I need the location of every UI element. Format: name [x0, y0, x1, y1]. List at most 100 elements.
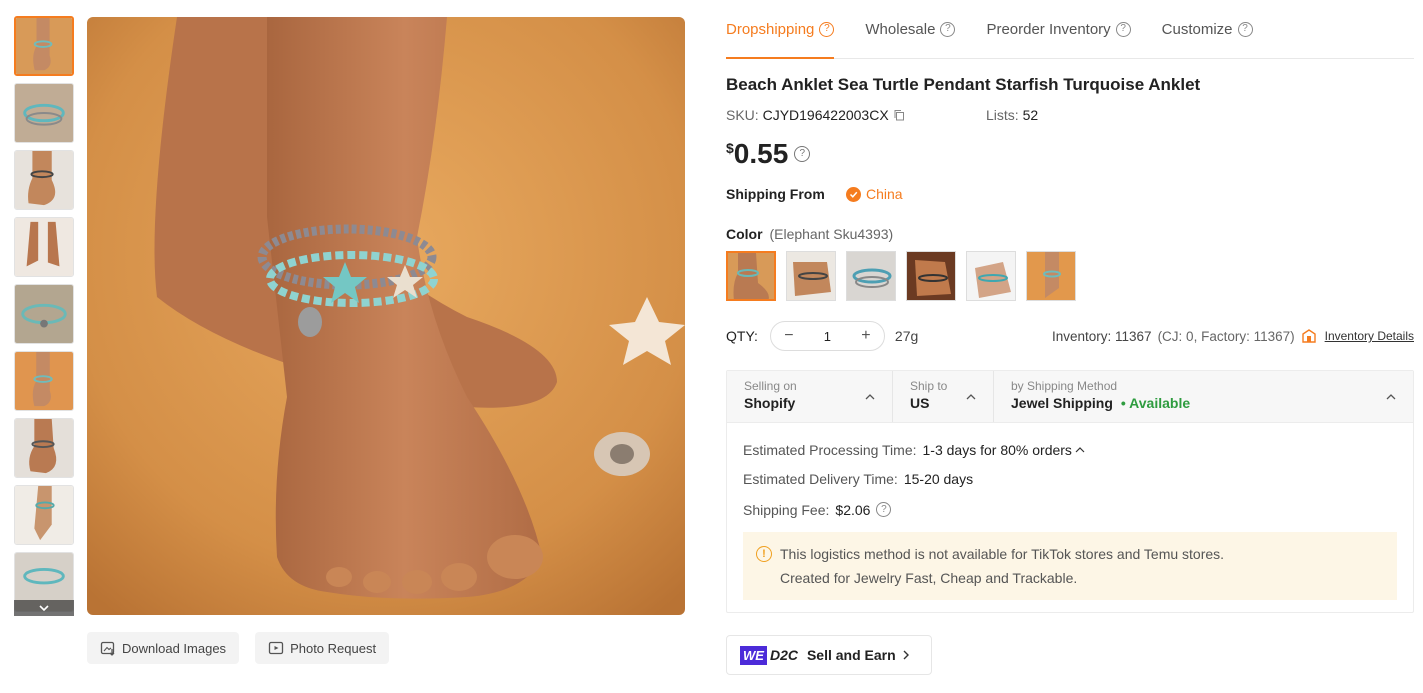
color-swatch-1[interactable]: [726, 251, 776, 301]
tab-label: Preorder Inventory: [986, 20, 1111, 38]
lists-value: 52: [1022, 107, 1039, 123]
color-selector: Color (Elephant Sku4393): [726, 226, 1414, 301]
price-help-icon[interactable]: ?: [794, 146, 811, 162]
shipping-fee-help-icon[interactable]: ?: [876, 502, 892, 517]
photo-request-icon: [268, 641, 284, 655]
shipping-box: Selling on Shopify Ship to US by Shippin…: [726, 370, 1414, 613]
sku-value: CJYD196422003CX: [762, 107, 889, 123]
inventory-breakdown: (CJ: 0, Factory: 11367): [1157, 328, 1295, 344]
availability-status: • Available: [1120, 395, 1191, 411]
photo-request-label: Photo Request: [290, 640, 377, 656]
shipping-fee-row: Shipping Fee: $2.06 ?: [743, 495, 1397, 524]
warning-icon: !: [756, 546, 772, 562]
copy-icon[interactable]: [893, 109, 905, 121]
help-icon[interactable]: ?: [940, 21, 956, 37]
weight: 27g: [894, 328, 919, 344]
thumbnail-1[interactable]: [14, 16, 74, 76]
shipping-from: Shipping From China: [726, 186, 1414, 202]
download-image-icon: [100, 641, 115, 656]
tab-customize[interactable]: Customize ?: [1162, 0, 1253, 58]
thumbnail-7[interactable]: [14, 418, 74, 478]
main-product-image[interactable]: [87, 17, 685, 615]
shipping-method-dropdown[interactable]: by Shipping Method Jewel Shipping • Avail…: [994, 371, 1413, 422]
shipping-fee-value: $2.06: [835, 501, 871, 518]
selling-on-dropdown[interactable]: Selling on Shopify: [727, 371, 893, 422]
shipping-from-label: Shipping From: [726, 186, 825, 202]
photo-request-button[interactable]: Photo Request: [255, 632, 390, 664]
thumbnail-3[interactable]: [14, 150, 74, 210]
d2c-logo: D2C: [769, 647, 798, 663]
tab-wholesale[interactable]: Wholesale ?: [865, 0, 956, 58]
chevron-up-icon: [966, 394, 976, 400]
chevron-right-icon: [903, 650, 909, 660]
inventory-info: Inventory: 11367 (CJ: 0, Factory: 11367)…: [1052, 328, 1414, 344]
ship-to-dropdown[interactable]: Ship to US: [893, 371, 994, 422]
sell-and-earn-button[interactable]: WE D2C Sell and Earn: [726, 635, 932, 675]
factory-icon: [1301, 329, 1316, 343]
help-icon[interactable]: ?: [819, 21, 835, 37]
tab-label: Wholesale: [865, 20, 936, 38]
tab-label: Customize: [1161, 20, 1233, 38]
product-panel: Dropshipping ? Wholesale ? Preorder Inve…: [726, 0, 1414, 675]
inventory-details-link[interactable]: Inventory Details: [1325, 329, 1414, 343]
thumbnail-scroll-down[interactable]: [14, 600, 74, 616]
color-swatch-5[interactable]: [966, 251, 1016, 301]
tab-preorder-inventory[interactable]: Preorder Inventory ?: [986, 0, 1131, 58]
purchase-mode-tabs: Dropshipping ? Wholesale ? Preorder Inve…: [726, 0, 1414, 59]
logistics-notice: ! This logistics method is not available…: [743, 532, 1397, 600]
shipping-method-label: by Shipping Method: [1011, 379, 1118, 393]
product-title: Beach Anklet Sea Turtle Pendant Starfish…: [726, 75, 1201, 94]
download-images-label: Download Images: [122, 640, 227, 656]
color-swatch-2[interactable]: [786, 251, 836, 301]
processing-label: Estimated Processing Time:: [743, 441, 917, 458]
sell-and-earn-label: Sell and Earn: [806, 647, 896, 663]
delivery-label: Estimated Delivery Time:: [743, 470, 898, 487]
thumbnail-strip: [14, 16, 74, 616]
selling-on-label: Selling on: [744, 379, 797, 393]
download-images-button[interactable]: Download Images: [87, 632, 240, 664]
selling-on-value: Shopify: [744, 395, 796, 411]
increment-button[interactable]: +: [858, 327, 874, 345]
thumbnail-8[interactable]: [14, 485, 74, 545]
processing-time-row: Estimated Processing Time: 1-3 days for …: [743, 435, 1397, 464]
color-selected-value: (Elephant Sku4393): [769, 226, 894, 242]
check-circle-icon: [846, 186, 861, 202]
price-currency: $: [726, 140, 734, 156]
quantity-row: QTY: − + 27g Inventory: 11367 (CJ: 0, Fa…: [726, 321, 1414, 351]
thumbnail-4[interactable]: [14, 217, 74, 277]
delivery-value: 15-20 days: [903, 470, 974, 487]
chevron-up-icon: [1386, 394, 1396, 400]
help-icon[interactable]: ?: [1237, 21, 1253, 37]
thumbnail-2[interactable]: [14, 83, 74, 143]
color-label: Color: [726, 226, 763, 242]
color-swatch-6[interactable]: [1026, 251, 1076, 301]
price: $ 0.55 ?: [726, 138, 1414, 170]
shipping-fee-label: Shipping Fee:: [743, 501, 830, 518]
lists-label: Lists:: [986, 107, 1019, 123]
processing-value: 1-3 days for 80% orders: [922, 441, 1072, 458]
notice-line-1: This logistics method is not available f…: [780, 546, 1225, 562]
chevron-down-icon: [39, 605, 49, 612]
inventory-count: Inventory: 11367: [1051, 328, 1152, 344]
shipping-method-value: Jewel Shipping: [1011, 395, 1113, 411]
anklet-photo: [87, 17, 685, 615]
notice-line-2: Created for Jewelry Fast, Cheap and Trac…: [780, 570, 1078, 586]
chevron-up-icon[interactable]: [1074, 444, 1086, 456]
quantity-input[interactable]: [807, 328, 848, 344]
shipping-from-value[interactable]: China: [866, 186, 903, 202]
qty-label: QTY:: [726, 328, 758, 344]
help-icon[interactable]: ?: [1115, 21, 1131, 37]
quantity-stepper: − +: [769, 321, 885, 351]
tab-label: Dropshipping: [726, 20, 815, 38]
we-logo: WE: [740, 645, 767, 665]
thumbnail-6[interactable]: [14, 351, 74, 411]
chevron-up-icon: [865, 394, 875, 400]
thumbnail-5[interactable]: [14, 284, 74, 344]
price-amount: 0.55: [733, 138, 789, 169]
sku-label: SKU:: [726, 107, 759, 123]
decrement-button[interactable]: −: [781, 327, 797, 345]
color-swatch-3[interactable]: [846, 251, 896, 301]
delivery-time-row: Estimated Delivery Time: 15-20 days: [743, 464, 1397, 493]
tab-dropshipping[interactable]: Dropshipping ?: [726, 0, 835, 59]
color-swatch-4[interactable]: [906, 251, 956, 301]
